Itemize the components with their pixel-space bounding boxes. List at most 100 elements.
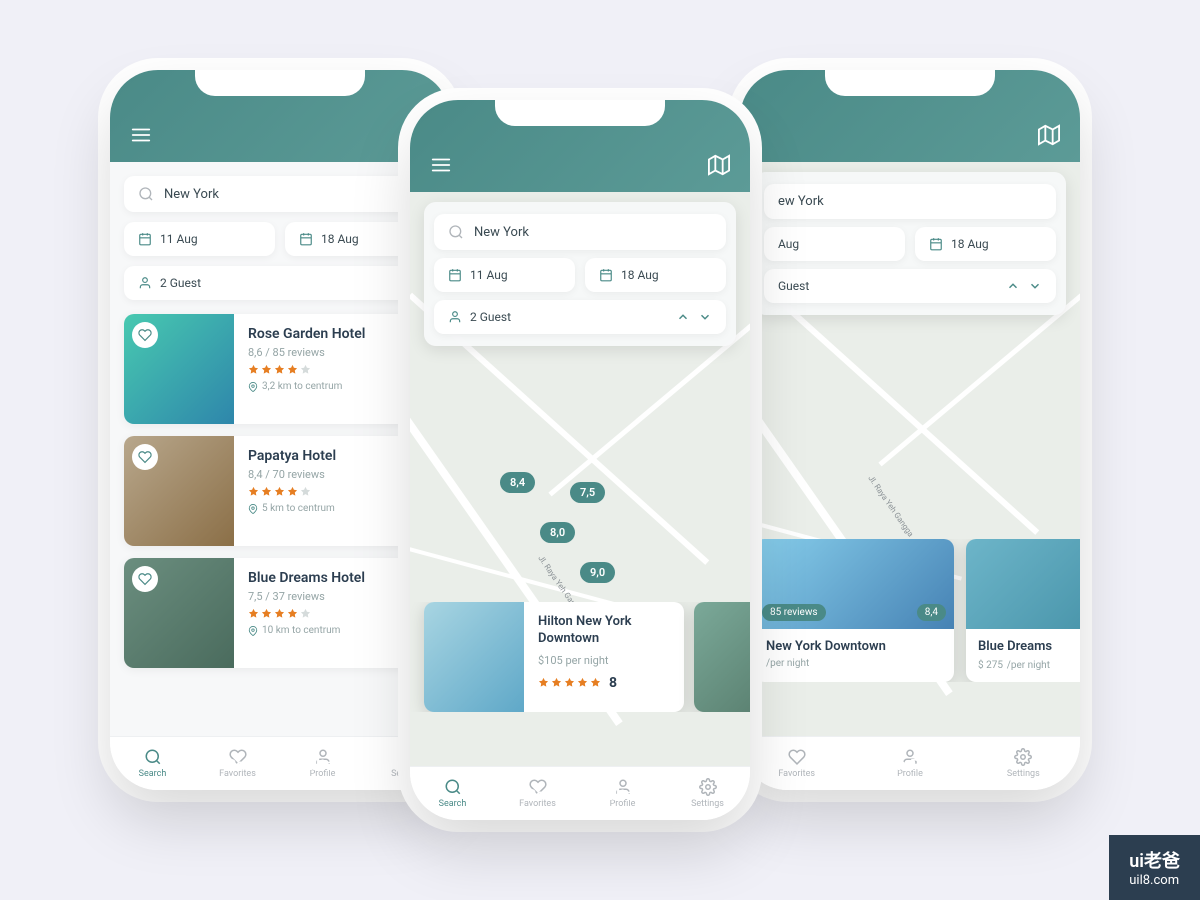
map-marker[interactable]: 8,4 bbox=[500, 472, 535, 493]
star-icon bbox=[287, 486, 298, 497]
hotel-image bbox=[124, 558, 234, 668]
map-hotel-card[interactable]: Blue Dreams $ 275 /per night bbox=[966, 539, 1080, 682]
star-icon bbox=[287, 364, 298, 375]
guest-label: 2 Guest bbox=[470, 310, 511, 324]
star-icon bbox=[248, 608, 259, 619]
guest-selector[interactable]: 2 Guest bbox=[124, 266, 436, 300]
tab-settings[interactable]: Settings bbox=[967, 737, 1080, 790]
hotel-price-suffix: /per night bbox=[766, 658, 942, 669]
star-icon bbox=[261, 364, 272, 375]
map-marker[interactable]: 7,5 bbox=[570, 482, 605, 503]
gear-icon bbox=[1014, 748, 1032, 766]
search-icon bbox=[448, 224, 464, 240]
heart-icon bbox=[788, 748, 806, 766]
notch bbox=[825, 70, 995, 96]
tab-label: Search bbox=[139, 769, 167, 779]
hotel-name: Rose Garden Hotel bbox=[248, 326, 436, 342]
guest-selector[interactable]: 2 Guest bbox=[434, 300, 726, 334]
checkin-label: 11 Aug bbox=[470, 268, 508, 282]
search-panel: 11 Aug 18 Aug 2 Guest bbox=[424, 202, 736, 346]
star-icon bbox=[274, 364, 285, 375]
checkin-date[interactable]: 11 Aug bbox=[124, 222, 275, 256]
star-icon bbox=[274, 608, 285, 619]
phone-map-wide-view: Search Results Jl. Raya Yeh Gangga ew Yo… bbox=[740, 70, 1080, 790]
map-icon[interactable] bbox=[1038, 124, 1060, 146]
guest-selector[interactable]: Guest bbox=[764, 269, 1056, 303]
chevron-down-icon[interactable] bbox=[698, 310, 712, 324]
map-hotel-card-next[interactable] bbox=[694, 602, 750, 712]
favorite-button[interactable] bbox=[132, 444, 158, 470]
hotel-price: $105 per night bbox=[538, 654, 670, 667]
hotel-price: $ 275 /per night bbox=[978, 654, 1080, 672]
tab-favorites[interactable]: Favorites bbox=[740, 737, 853, 790]
pin-icon bbox=[248, 382, 258, 392]
watermark: ui老爸 uil8.com bbox=[1109, 835, 1200, 900]
hotel-image bbox=[124, 436, 234, 546]
hotel-card[interactable]: Rose Garden Hotel 8,6 / 85 reviews 3,2 k… bbox=[124, 314, 450, 424]
watermark-url: uil8.com bbox=[1129, 873, 1180, 888]
search-input-container[interactable]: ew York bbox=[764, 184, 1056, 219]
favorite-button[interactable] bbox=[132, 322, 158, 348]
tab-label: Settings bbox=[1007, 769, 1040, 779]
star-icon bbox=[248, 364, 259, 375]
search-input[interactable] bbox=[164, 187, 422, 202]
hotel-card[interactable]: Blue Dreams Hotel 7,5 / 37 reviews 10 km… bbox=[124, 558, 450, 668]
star-rating bbox=[248, 486, 436, 497]
star-icon bbox=[300, 486, 311, 497]
map-hotel-card[interactable]: 85 reviews 8,4 New York Downtown /per ni… bbox=[754, 539, 954, 682]
tab-search[interactable]: Search bbox=[410, 767, 495, 820]
calendar-icon bbox=[299, 232, 313, 246]
hotel-name: Hilton New York Downtown bbox=[538, 614, 670, 648]
phone-list-view: Search Results 11 Aug 18 Aug 2 Guest bbox=[110, 70, 450, 790]
hotel-distance: 3,2 km to centrum bbox=[248, 381, 436, 392]
person-icon bbox=[448, 310, 462, 324]
tab-label: Settings bbox=[691, 799, 724, 809]
notch bbox=[495, 100, 665, 126]
chevron-down-icon[interactable] bbox=[1028, 279, 1042, 293]
calendar-icon bbox=[138, 232, 152, 246]
checkin-date[interactable]: Aug bbox=[764, 227, 905, 261]
tab-search[interactable]: Search bbox=[110, 737, 195, 790]
star-rating bbox=[248, 364, 436, 375]
hotel-card[interactable]: Papatya Hotel 8,4 / 70 reviews 5 km to c… bbox=[124, 436, 450, 546]
hotel-name: Blue Dreams bbox=[978, 639, 1080, 654]
star-icon bbox=[300, 608, 311, 619]
star-icon bbox=[577, 677, 588, 688]
hotel-name: Papatya Hotel bbox=[248, 448, 436, 464]
pin-icon bbox=[248, 504, 258, 514]
search-panel: ew York Aug 18 Aug Guest bbox=[754, 172, 1066, 315]
search-icon bbox=[444, 778, 462, 796]
star-icon bbox=[287, 608, 298, 619]
checkout-label: 18 Aug bbox=[621, 268, 659, 282]
rating-badge: 8,4 bbox=[917, 604, 946, 621]
page-title: Search Results bbox=[856, 755, 964, 774]
tab-label: Favorites bbox=[778, 769, 815, 779]
person-icon bbox=[138, 276, 152, 290]
hotel-name: Blue Dreams Hotel bbox=[248, 570, 436, 586]
page-title: Search Results bbox=[226, 755, 334, 774]
favorite-button[interactable] bbox=[132, 566, 158, 592]
search-input-container[interactable] bbox=[434, 214, 726, 250]
chevron-up-icon[interactable] bbox=[676, 310, 690, 324]
map-marker[interactable]: 9,0 bbox=[580, 562, 615, 583]
map-marker[interactable]: 8,0 bbox=[540, 522, 575, 543]
search-input-container[interactable] bbox=[124, 176, 436, 212]
search-input[interactable] bbox=[474, 225, 712, 240]
heart-icon bbox=[138, 450, 152, 464]
star-icon bbox=[538, 677, 549, 688]
star-icon bbox=[261, 486, 272, 497]
menu-icon[interactable] bbox=[130, 124, 152, 146]
menu-icon[interactable] bbox=[430, 154, 452, 176]
hotel-reviews: 8,4 / 70 reviews bbox=[248, 468, 436, 481]
star-icon bbox=[274, 486, 285, 497]
calendar-icon bbox=[929, 237, 943, 251]
map-featured-card[interactable]: Hilton New York Downtown $105 per night … bbox=[424, 602, 684, 712]
checkin-date[interactable]: 11 Aug bbox=[434, 258, 575, 292]
chevron-up-icon[interactable] bbox=[1006, 279, 1020, 293]
map-icon[interactable] bbox=[708, 154, 730, 176]
tab-label: Search bbox=[439, 799, 467, 809]
checkout-date[interactable]: 18 Aug bbox=[915, 227, 1056, 261]
tab-settings[interactable]: Settings bbox=[665, 767, 750, 820]
checkout-date[interactable]: 18 Aug bbox=[585, 258, 726, 292]
search-input-partial: ew York bbox=[778, 194, 824, 209]
